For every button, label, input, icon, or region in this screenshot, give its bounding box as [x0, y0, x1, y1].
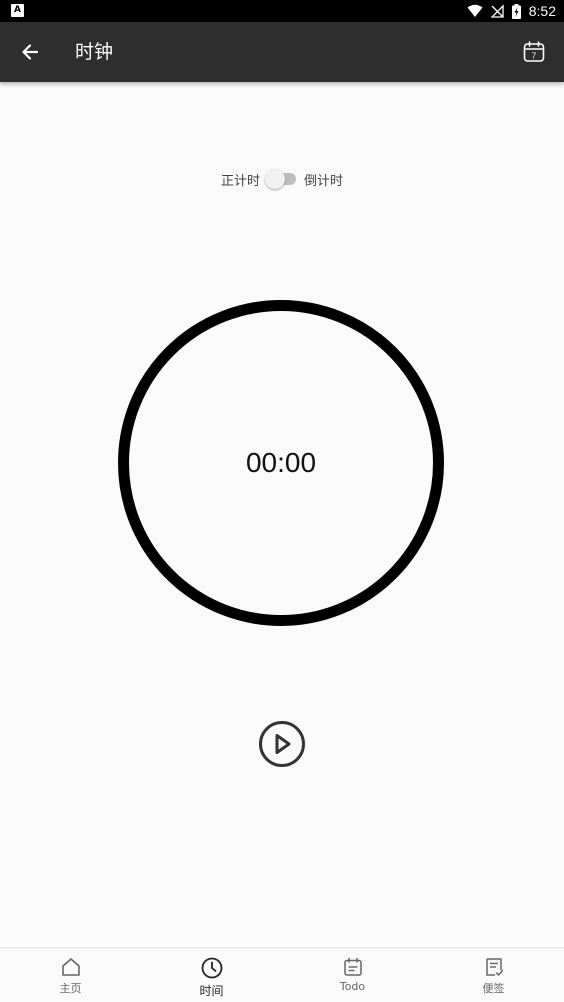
todo-icon: [343, 957, 362, 976]
bottom-nav: 主页 时间 Todo 便签: [0, 947, 564, 1002]
calendar-icon: 7: [523, 41, 545, 62]
nav-item-todo[interactable]: Todo: [282, 948, 423, 1002]
nav-item-notes[interactable]: 便签: [423, 948, 564, 1002]
no-signal-icon: [490, 4, 504, 18]
page-title: 时钟: [75, 41, 114, 63]
calendar-button[interactable]: 7: [522, 40, 546, 64]
note-icon: [485, 958, 503, 976]
nav-item-home[interactable]: 主页: [0, 948, 141, 1002]
back-button[interactable]: [14, 36, 46, 68]
play-icon: [259, 721, 305, 767]
nav-label-notes: 便签: [482, 982, 505, 995]
calendar-day: 7: [532, 52, 537, 61]
play-button[interactable]: [258, 720, 306, 768]
nav-label-todo: Todo: [339, 980, 366, 993]
status-time: 8:52: [528, 3, 556, 19]
timer-mode-switch[interactable]: [264, 168, 300, 190]
screen: A 8:52 时钟 7 正计时 倒计时 00:00 主页 时间 Todo 便签: [0, 0, 564, 1002]
nav-label-home: 主页: [59, 982, 82, 995]
home-icon: [61, 958, 80, 976]
clock-icon: [201, 957, 222, 979]
timer-mode-toggle-row: 正计时 倒计时: [0, 168, 564, 190]
timer-display: 00:00: [245, 447, 317, 478]
status-bar: A 8:52: [0, 0, 564, 22]
status-icons: 8:52: [467, 0, 556, 22]
nav-label-time: 时间: [199, 984, 224, 998]
a-notification-icon: A: [11, 4, 24, 17]
battery-charging-icon: [511, 3, 521, 19]
countdown-label: 倒计时: [304, 173, 344, 189]
switch-thumb: [265, 169, 285, 189]
app-bar: 时钟 7: [0, 22, 564, 82]
count-up-label: 正计时: [220, 173, 260, 189]
arrow-left-icon: [22, 44, 39, 60]
wifi-icon: [467, 4, 483, 17]
nav-item-time[interactable]: 时间: [141, 948, 282, 1002]
